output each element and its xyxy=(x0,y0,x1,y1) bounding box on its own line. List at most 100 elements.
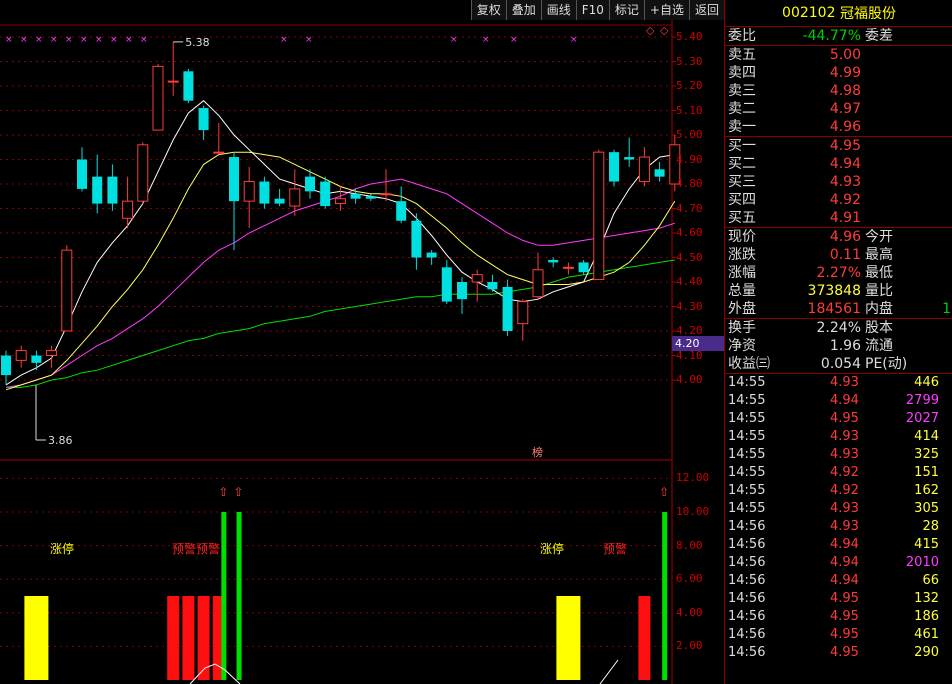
y-tick-label: 5.20 xyxy=(676,79,703,92)
tick-price: 4.95 xyxy=(830,627,859,642)
tick-row: 14:55 4.92 162 xyxy=(725,482,952,500)
chart-toolbar: 复权 叠加 画线 F10 标记 +自选 返回 xyxy=(470,0,724,20)
sub-y-tick-label: 2.00 xyxy=(676,639,703,653)
up-arrow-icon: ⇧ xyxy=(234,485,244,499)
quote-label2: 最低 xyxy=(865,265,893,281)
sub-y-tick-label: 12.00 xyxy=(676,471,710,485)
y-tick-label: 4.50 xyxy=(676,250,703,264)
tick-time: 14:55 xyxy=(728,501,766,516)
tb-overlay-button[interactable]: 叠加 xyxy=(505,0,541,20)
ask-row[interactable]: 卖一 4.96 xyxy=(725,118,952,136)
candle-body-down xyxy=(198,108,209,131)
tick-row: 14:56 4.95 186 xyxy=(725,608,952,626)
marker-x: × xyxy=(80,35,88,45)
tick-volume: 415 xyxy=(914,537,939,552)
tick-row: 14:55 4.95 2027 xyxy=(725,410,952,428)
candle-body-down xyxy=(92,176,103,204)
green-bar xyxy=(662,512,668,680)
fin-row: 收益㈢ 0.054 PE(动) xyxy=(725,355,952,373)
marker-x: × xyxy=(65,35,73,45)
kline-svg[interactable]: × × × × × × × × × × × × × × × × ◇ ◇ 5.38 3.86 榜 ⇧ ⇧ ⇧ xyxy=(0,0,724,684)
fin-value: 2.24% xyxy=(816,320,861,336)
bid-row[interactable]: 买三 4.93 xyxy=(725,173,952,191)
green-bar xyxy=(221,512,227,680)
tb-restore-rights-button[interactable]: 复权 xyxy=(470,0,506,20)
kline-chart-area[interactable]: × × × × × × × × × × × × × × × × ◇ ◇ 5.38 3.86 榜 ⇧ ⇧ ⇧ 复权 叠加 画线 … xyxy=(0,0,724,684)
tick-volume: 2010 xyxy=(905,555,939,570)
tick-row: 14:55 4.93 305 xyxy=(725,500,952,518)
tick-volume: 290 xyxy=(914,645,939,660)
ask-row-price: 4.98 xyxy=(829,83,861,99)
candle-body-down xyxy=(365,196,376,199)
candle-body-up xyxy=(213,151,225,154)
tb-add-watchlist-button[interactable]: +自选 xyxy=(643,0,689,20)
candle-body-up xyxy=(152,65,164,131)
bid-row[interactable]: 买四 4.92 xyxy=(725,191,952,209)
quote-row: 总量 373848 量比 xyxy=(725,282,952,300)
ask-row[interactable]: 卖四 4.99 xyxy=(725,64,952,82)
ask-row-label: 卖五 xyxy=(728,47,756,63)
candle-body-up xyxy=(137,144,149,202)
fin-label2: PE(动) xyxy=(865,356,908,372)
ask-row-price: 5.00 xyxy=(829,47,861,63)
marker-x: × xyxy=(482,35,490,45)
candle-body-down xyxy=(274,198,285,204)
fin-label: 收益㈢ xyxy=(728,356,770,372)
candle-body-down xyxy=(624,157,635,160)
tb-back-button[interactable]: 返回 xyxy=(688,0,724,20)
tick-row: 14:56 4.95 132 xyxy=(725,590,952,608)
tick-volume: 132 xyxy=(914,591,939,606)
ask-row[interactable]: 卖五 5.00 xyxy=(725,46,952,64)
candle-body-up xyxy=(380,193,392,196)
tick-list[interactable]: 14:55 4.93 446 14:55 4.94 2799 14:55 4.95 2027 14… xyxy=(725,374,952,662)
tick-price: 4.95 xyxy=(830,411,859,426)
fin-label2: 流通 xyxy=(865,338,893,354)
tick-price: 4.94 xyxy=(830,555,859,570)
bid-row[interactable]: 买一 4.95 xyxy=(725,137,952,155)
candle-body-down xyxy=(350,193,361,199)
ask-row[interactable]: 卖二 4.97 xyxy=(725,100,952,118)
y-tick-label: 5.30 xyxy=(676,54,703,68)
candle-body-down xyxy=(457,282,467,300)
ask-row-price: 4.96 xyxy=(829,119,861,135)
tick-volume: 2027 xyxy=(905,411,939,426)
signal-label: 涨停 xyxy=(50,542,75,556)
candle-body-down xyxy=(305,176,315,192)
bid-row[interactable]: 买二 4.94 xyxy=(725,155,952,173)
tick-row: 14:56 4.94 66 xyxy=(725,572,952,590)
fin-label: 净资 xyxy=(728,338,756,354)
tb-draw-line-button[interactable]: 画线 xyxy=(540,0,576,20)
tick-price: 4.94 xyxy=(830,393,859,408)
marker-x: × xyxy=(110,35,118,45)
bid-row[interactable]: 买五 4.91 xyxy=(725,209,952,227)
marker-x: × xyxy=(305,35,313,45)
tb-f10-button[interactable]: F10 xyxy=(575,0,609,20)
tick-volume: 325 xyxy=(914,447,939,462)
y-tick-label: 5.00 xyxy=(676,128,703,141)
tick-time: 14:55 xyxy=(728,411,766,426)
marker-x: × xyxy=(95,35,103,45)
candle-body-down xyxy=(31,355,42,363)
tick-volume: 305 xyxy=(914,501,939,516)
stock-header[interactable]: 002102 冠福股份 xyxy=(725,0,952,27)
fin-row: 净资 1.96 流通 xyxy=(725,337,952,355)
weicha-label: 委差 xyxy=(865,28,893,44)
up-arrow-icon: ⇧ xyxy=(218,485,228,499)
candle-body-down xyxy=(487,282,498,290)
quote-label2: 今开 xyxy=(865,229,893,245)
tick-time: 14:55 xyxy=(728,447,766,462)
candle-body-up xyxy=(122,200,134,219)
tick-price: 4.92 xyxy=(830,483,859,498)
tb-mark-button[interactable]: 标记 xyxy=(608,0,644,20)
quote-row: 现价 4.96 今开 xyxy=(725,228,952,246)
candle-body-down xyxy=(654,169,665,177)
sub-y-tick-label: 6.00 xyxy=(676,572,703,586)
quote-row: 涨跌 0.11 最高 xyxy=(725,246,952,264)
yellow-bar xyxy=(24,596,49,680)
candle-body-down xyxy=(396,201,407,221)
tick-row: 14:55 4.94 2799 xyxy=(725,392,952,410)
tick-time: 14:56 xyxy=(728,555,766,570)
weibi-value: -44.77% xyxy=(802,28,861,44)
fin-row: 换手 2.24% 股本 xyxy=(725,319,952,337)
ask-row[interactable]: 卖三 4.98 xyxy=(725,82,952,100)
